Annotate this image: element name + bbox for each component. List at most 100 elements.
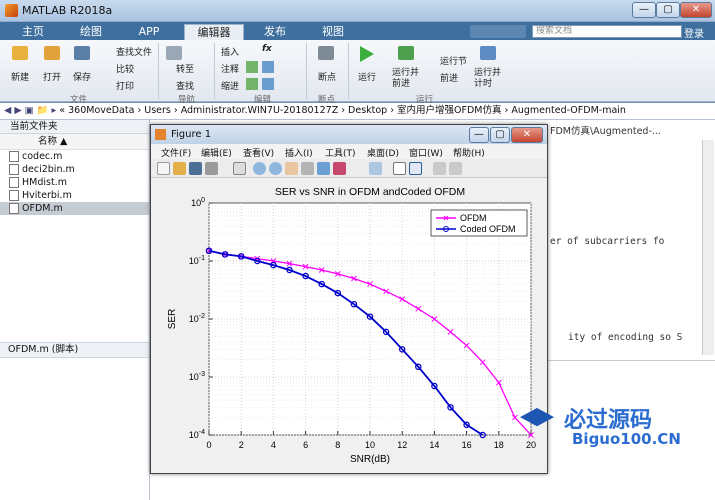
- search-input[interactable]: 搜索文档: [532, 25, 682, 38]
- advance-button[interactable]: 前进: [440, 71, 458, 84]
- open-icon[interactable]: [173, 162, 186, 175]
- figure-maximize-button[interactable]: ▢: [490, 127, 510, 143]
- y-tick-label: 10-2: [189, 313, 205, 324]
- tab-view[interactable]: 视图: [306, 24, 360, 40]
- link-plot-icon[interactable]: [369, 162, 382, 175]
- menu-window[interactable]: 窗口(W): [409, 146, 443, 159]
- file-name[interactable]: OFDM.m: [22, 203, 63, 214]
- m-file-icon: [9, 164, 19, 175]
- y-tick-label: 10-1: [189, 255, 205, 266]
- x-tick-label: 0: [206, 440, 211, 450]
- menu-desktop[interactable]: 桌面(D): [367, 146, 399, 159]
- matlab-logo-icon: [5, 4, 18, 17]
- find-button[interactable]: 查找: [176, 79, 194, 92]
- y-tick-base: 10: [189, 256, 199, 266]
- data-cursor-icon[interactable]: [317, 162, 330, 175]
- divider: [306, 43, 307, 99]
- list-item[interactable]: Hviterbi.m: [0, 189, 149, 202]
- file-name[interactable]: deci2bin.m: [22, 164, 75, 175]
- quick-access-toolbar[interactable]: [470, 25, 526, 38]
- editor-ribbon: 新建 打开 保存 查找文件 比较 打印 文件 转至 查找 导航 插入 fx 注释…: [0, 40, 715, 105]
- minimize-button[interactable]: —: [632, 2, 656, 18]
- compare-button[interactable]: 比较: [116, 62, 134, 75]
- divider: [548, 360, 715, 361]
- breakpoints-button[interactable]: 断点: [318, 70, 336, 83]
- menu-view[interactable]: 查看(V): [243, 146, 274, 159]
- indent-icon: [246, 78, 258, 90]
- rotate-icon[interactable]: [301, 162, 314, 175]
- column-header-name[interactable]: 名称 ▲: [0, 134, 149, 150]
- save-button[interactable]: 保存: [73, 70, 91, 83]
- editor-scrollbar[interactable]: [702, 140, 714, 355]
- code-line[interactable]: ity of encoding so S: [568, 332, 682, 343]
- figure-close-button[interactable]: ✕: [511, 127, 543, 143]
- y-tick-base: 10: [191, 198, 201, 208]
- figure-titlebar: Figure 1 — ▢ ✕: [151, 125, 547, 144]
- print-icon[interactable]: [205, 162, 218, 175]
- list-item-selected[interactable]: OFDM.m: [0, 202, 149, 215]
- current-path[interactable]: « 360MoveData › Users › Administrator.WI…: [59, 105, 626, 116]
- file-name[interactable]: codec.m: [22, 151, 62, 162]
- new-figure-icon[interactable]: [157, 162, 170, 175]
- panel-title: 当前文件夹: [0, 120, 149, 134]
- comment-button[interactable]: 注释: [221, 62, 239, 75]
- editor-tab-path[interactable]: FDM仿真\Augmented-...: [550, 123, 710, 137]
- nav-arrows-icon[interactable]: ◀ ▶ ▣ 📁 ▸: [0, 105, 59, 116]
- legend-label: OFDM: [460, 213, 487, 223]
- m-file-icon: [9, 151, 19, 162]
- pointer-icon[interactable]: [233, 162, 246, 175]
- figure-toolbar: [151, 159, 547, 178]
- zoom-out-icon[interactable]: [269, 162, 282, 175]
- brush-icon[interactable]: [333, 162, 346, 175]
- new-button[interactable]: 新建: [11, 70, 29, 83]
- address-bar[interactable]: ◀ ▶ ▣ 📁 ▸ « 360MoveData › Users › Admini…: [0, 103, 715, 120]
- run-section-button[interactable]: 运行节: [440, 54, 467, 67]
- menu-tools[interactable]: 工具(T): [325, 146, 356, 159]
- run-and-time-button[interactable]: 运行并 计时: [474, 68, 501, 90]
- save-icon[interactable]: [189, 162, 202, 175]
- chart-title: SER vs SNR in OFDM andCoded OFDM: [275, 186, 465, 198]
- run-and-advance-button[interactable]: 运行并 前进: [392, 68, 419, 90]
- maximize-button[interactable]: ▢: [656, 2, 680, 18]
- code-line[interactable]: er of subcarriers fo: [550, 236, 664, 247]
- file-name[interactable]: Hviterbi.m: [22, 190, 72, 201]
- menu-file[interactable]: 文件(F): [161, 146, 191, 159]
- window-title: MATLAB R2018a: [22, 4, 113, 17]
- open-button[interactable]: 打开: [43, 70, 61, 83]
- login-link[interactable]: 登录: [684, 25, 704, 40]
- list-item[interactable]: HMdist.m: [0, 176, 149, 189]
- y-tick-base: 10: [189, 372, 199, 382]
- hide-tools-icon[interactable]: [433, 162, 446, 175]
- goto-button[interactable]: 转至: [176, 62, 194, 75]
- outdent-icon: [262, 78, 274, 90]
- tab-publish[interactable]: 发布: [248, 24, 302, 40]
- file-name[interactable]: HMdist.m: [22, 177, 67, 188]
- ser-chart[interactable]: 0 2 4 6 8 10 12 14 16 18 2010010-110-210-310-4SER …: [151, 179, 547, 473]
- tab-home[interactable]: 主页: [6, 24, 60, 40]
- legend-icon[interactable]: [409, 162, 422, 175]
- fx-button[interactable]: fx: [262, 44, 272, 54]
- list-item[interactable]: deci2bin.m: [0, 163, 149, 176]
- tab-editor[interactable]: 编辑器: [184, 24, 244, 40]
- zoom-in-icon[interactable]: [253, 162, 266, 175]
- show-tools-icon[interactable]: [449, 162, 462, 175]
- indent-button[interactable]: 缩进: [221, 79, 239, 92]
- print-button[interactable]: 打印: [116, 79, 134, 92]
- run-button[interactable]: 运行: [358, 70, 376, 83]
- x-tick-label: 20: [526, 440, 536, 450]
- menu-edit[interactable]: 编辑(E): [201, 146, 232, 159]
- tab-apps[interactable]: APP: [122, 24, 176, 40]
- pan-icon[interactable]: [285, 162, 298, 175]
- insert-button[interactable]: 插入: [221, 45, 239, 58]
- colorbar-icon[interactable]: [393, 162, 406, 175]
- menu-help[interactable]: 帮助(H): [453, 146, 485, 159]
- find-files-button[interactable]: 查找文件: [116, 45, 152, 58]
- y-tick-exponent: 0: [201, 197, 205, 204]
- watermark-url: Biguo100.CN: [572, 430, 681, 448]
- run-advance-icon: [398, 46, 414, 60]
- close-button[interactable]: ✕: [680, 2, 712, 18]
- list-item[interactable]: codec.m: [0, 150, 149, 163]
- figure-minimize-button[interactable]: —: [469, 127, 489, 143]
- menu-insert[interactable]: 插入(I): [285, 146, 313, 159]
- tab-plots[interactable]: 绘图: [64, 24, 118, 40]
